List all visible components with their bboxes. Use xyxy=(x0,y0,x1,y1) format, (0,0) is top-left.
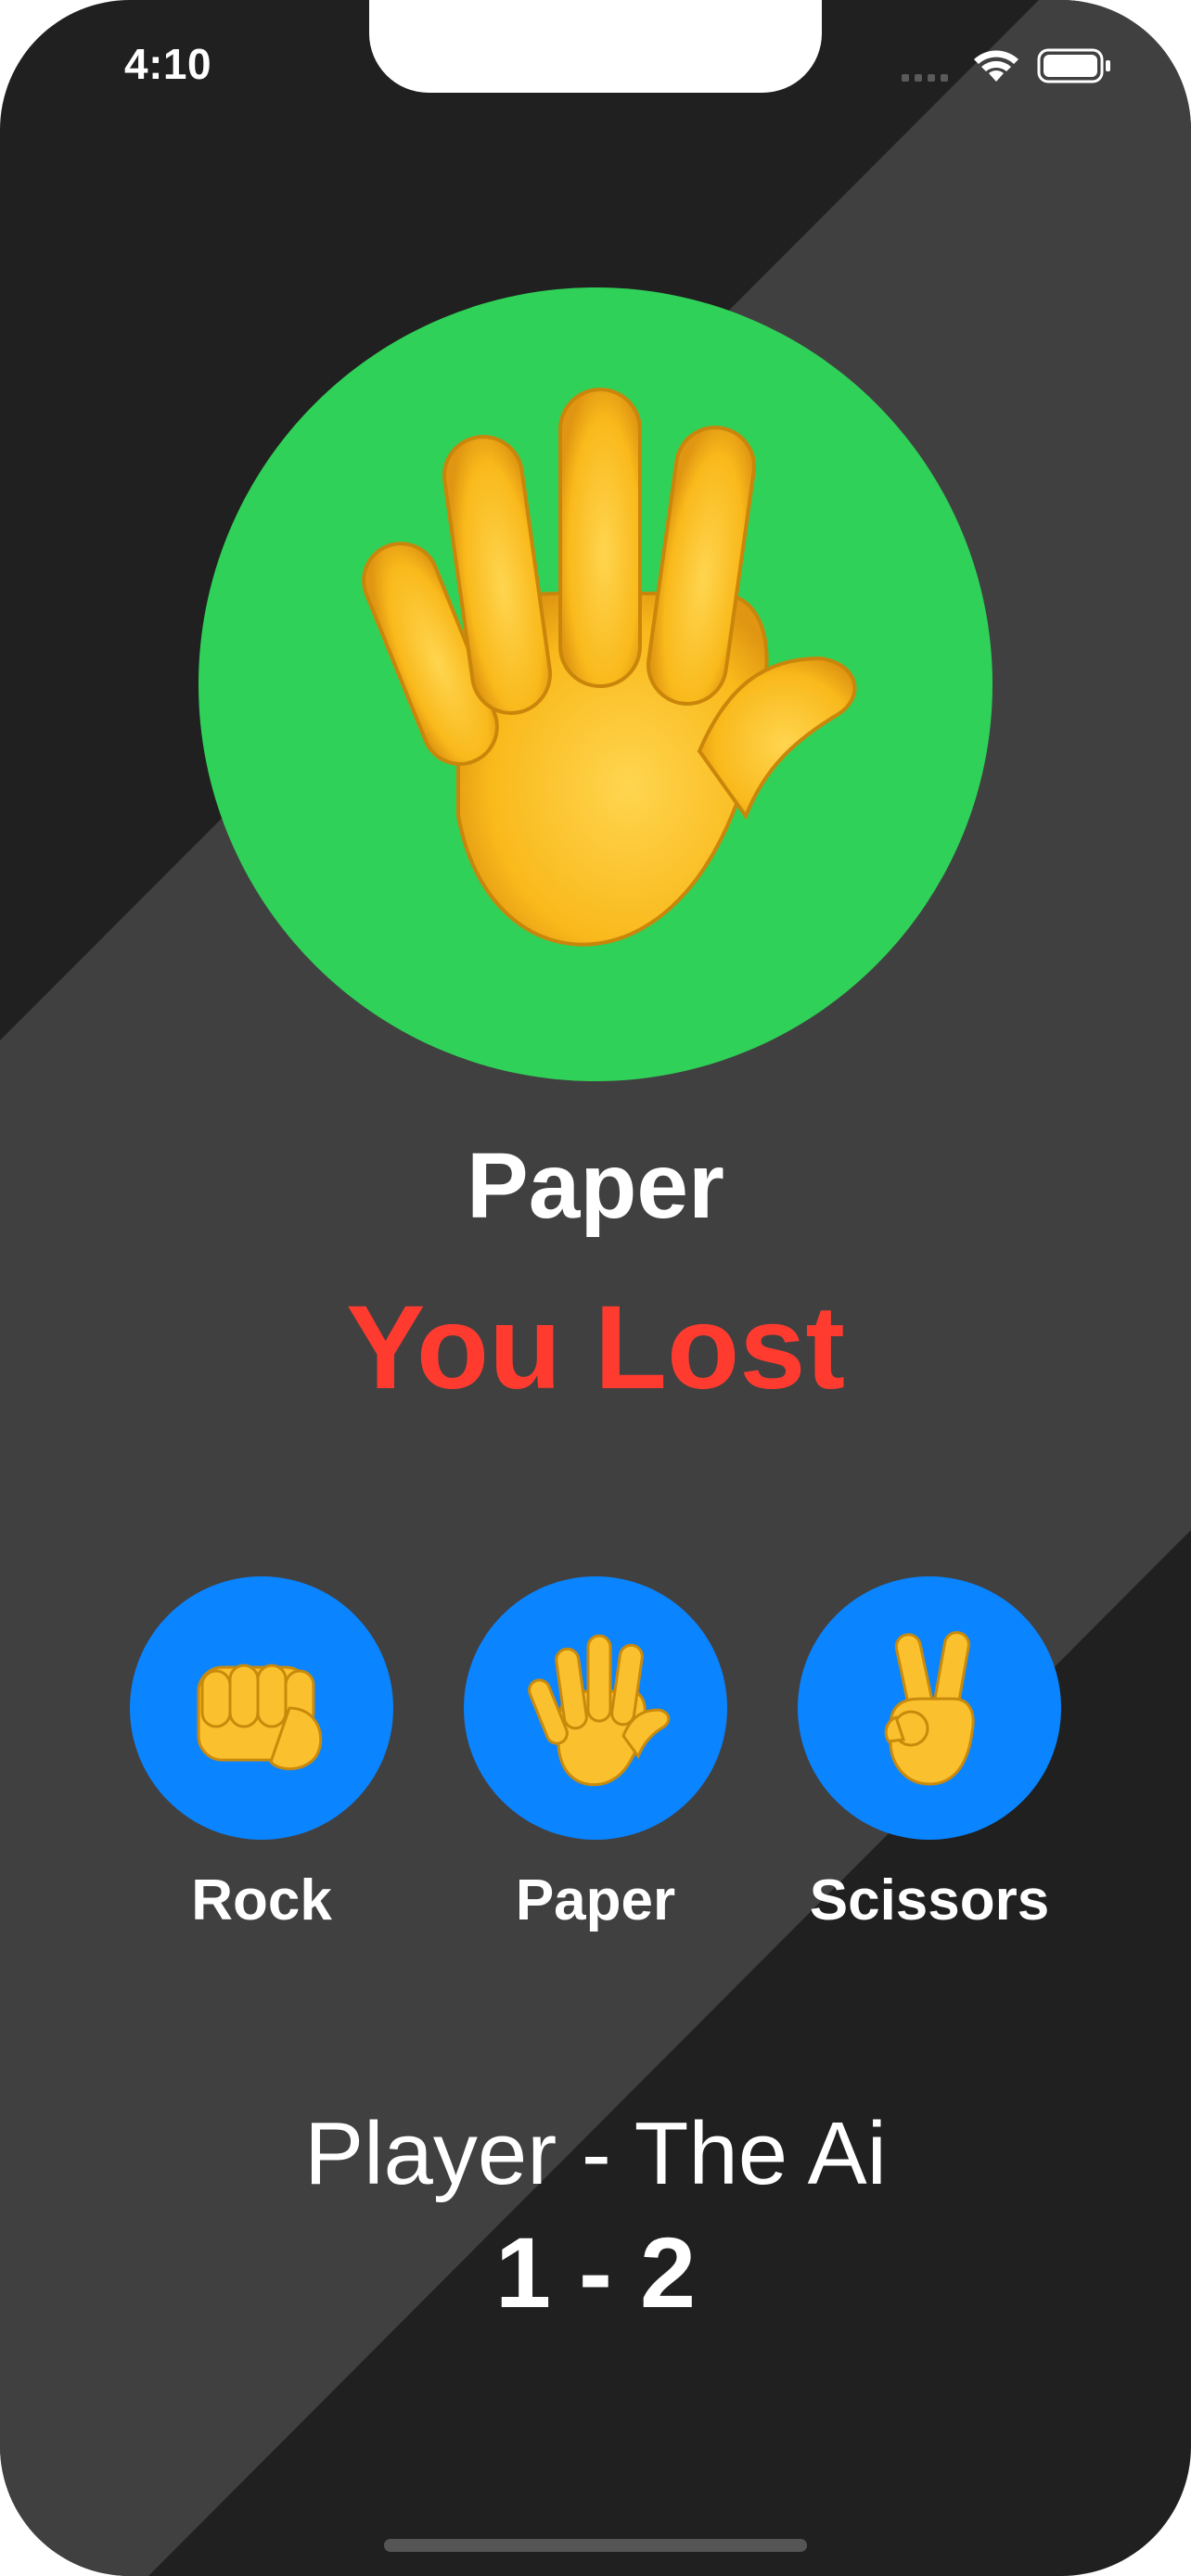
home-indicator[interactable] xyxy=(384,2539,807,2552)
ai-choice-display xyxy=(198,287,992,1081)
scissors-button[interactable] xyxy=(798,1576,1061,1840)
rock-label: Rock xyxy=(191,1868,332,1932)
scissors-choice[interactable]: Scissors xyxy=(798,1576,1061,1933)
paper-label: Paper xyxy=(515,1868,676,1932)
wifi-icon xyxy=(974,50,1018,82)
scissors-label: Scissors xyxy=(809,1868,1050,1932)
raised-hand-icon xyxy=(319,380,876,992)
score-title: Player - The Ai xyxy=(304,2104,887,2203)
score-value: 1 - 2 xyxy=(494,2216,697,2328)
ai-choice-label: Paper xyxy=(467,1134,724,1238)
rock-button[interactable] xyxy=(130,1576,393,1840)
cellular-signal-icon xyxy=(902,74,948,82)
victory-hand-icon xyxy=(884,1631,975,1786)
battery-icon xyxy=(1037,48,1110,83)
result-outcome-text: You Lost xyxy=(346,1282,845,1414)
oncoming-fist-icon xyxy=(197,1664,323,1771)
status-time: 4:10 xyxy=(124,40,212,88)
device-notch xyxy=(369,0,822,93)
app-screen: 4:10 Paper You Lost Rock Paper Scissors … xyxy=(0,0,1191,2576)
rock-choice[interactable]: Rock xyxy=(130,1576,393,1933)
status-icons xyxy=(902,48,1110,83)
paper-choice[interactable]: Paper xyxy=(464,1576,727,1933)
paper-button[interactable] xyxy=(464,1576,727,1840)
raised-hand-icon xyxy=(528,1634,671,1787)
